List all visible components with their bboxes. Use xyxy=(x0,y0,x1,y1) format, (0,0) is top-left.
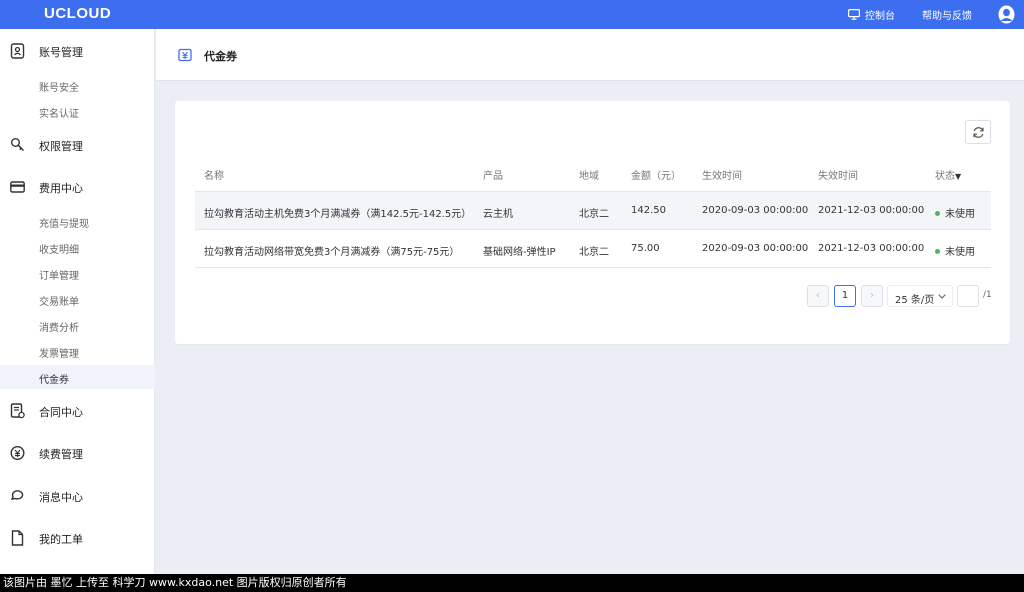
sidebar-group-permission[interactable]: 权限管理 xyxy=(0,130,155,160)
prev-page-button[interactable]: ‹ xyxy=(807,285,829,307)
sidebar-group-label: 权限管理 xyxy=(39,140,83,153)
voucher-region: 北京二 xyxy=(579,247,609,258)
sidebar-group-label: 费用中心 xyxy=(39,182,83,195)
sidebar-item-real-name[interactable]: 实名认证 xyxy=(0,99,155,123)
page-jump-input[interactable] xyxy=(957,285,979,307)
console-label: 控制台 xyxy=(865,11,895,22)
key-icon xyxy=(11,138,25,152)
sidebar-group-label: 合同中心 xyxy=(39,406,83,419)
column-header-product: 产品 xyxy=(483,171,503,182)
voucher-card: 名称 产品 地域 金额（元） 生效时间 失效时间 状态▼ 拉勾教育活动主机免费3… xyxy=(175,101,1010,344)
sidebar: 账号管理 账号安全 实名认证 权限管理 费用中心 充值与提现 收支明细 订单管理… xyxy=(0,29,155,574)
user-avatar-icon[interactable] xyxy=(998,5,1015,24)
top-bar: UCLOUD 控制台 帮助与反馈 xyxy=(0,0,1024,29)
status-dot-icon xyxy=(935,210,940,216)
sidebar-item-consumption-analysis[interactable]: 消费分析 xyxy=(0,313,155,337)
contract-icon xyxy=(10,403,25,419)
voucher-name: 拉勾教育活动网络带宽免费3个月满减券（满75元-75元） xyxy=(204,247,460,258)
yuan-coin-icon xyxy=(10,445,25,461)
table-header: 名称 产品 地域 金额（元） 生效时间 失效时间 状态▼ xyxy=(195,156,991,192)
sidebar-group-contract[interactable]: 合同中心 xyxy=(0,396,155,426)
chat-bubble-icon xyxy=(10,490,24,500)
sidebar-group-tickets[interactable]: 我的工单 xyxy=(0,523,155,553)
sidebar-item-account-security[interactable]: 账号安全 xyxy=(0,73,155,97)
column-header-end-time: 失效时间 xyxy=(818,171,858,182)
voucher-icon xyxy=(178,48,192,62)
sort-down-icon[interactable]: ▼ xyxy=(955,172,961,181)
voucher-start-time: 2020-09-03 00:00:00 xyxy=(702,243,809,254)
page-total: /1 xyxy=(983,290,992,300)
sidebar-group-messages[interactable]: 消息中心 xyxy=(0,481,155,511)
voucher-product: 基础网络-弹性IP xyxy=(483,247,556,258)
voucher-end-time: 2021-12-03 00:00:00 xyxy=(818,205,925,216)
sidebar-group-label: 消息中心 xyxy=(39,491,83,504)
monitor-icon xyxy=(848,9,860,20)
column-header-name: 名称 xyxy=(204,171,224,182)
wallet-icon xyxy=(10,181,25,193)
voucher-start-time: 2020-09-03 00:00:00 xyxy=(702,205,809,216)
console-link[interactable]: 控制台 xyxy=(848,7,895,22)
voucher-region: 北京二 xyxy=(579,209,609,220)
column-header-start-time: 生效时间 xyxy=(702,171,742,182)
sidebar-item-invoice[interactable]: 发票管理 xyxy=(0,339,155,363)
page-header: 代金券 xyxy=(156,29,1024,81)
sidebar-group-label: 账号管理 xyxy=(39,46,83,59)
voucher-amount: 75.00 xyxy=(631,243,660,254)
column-header-status[interactable]: 状态▼ xyxy=(935,167,961,182)
id-badge-icon xyxy=(10,43,25,59)
sidebar-group-renewal[interactable]: 续费管理 xyxy=(0,438,155,468)
sidebar-group-label: 续费管理 xyxy=(39,448,83,461)
brand-logo[interactable]: UCLOUD xyxy=(44,5,111,22)
help-feedback-label: 帮助与反馈 xyxy=(922,11,972,22)
table-row[interactable]: 拉勾教育活动网络带宽免费3个月满减券（满75元-75元） 基础网络-弹性IP 北… xyxy=(195,230,991,268)
sidebar-item-transaction-bill[interactable]: 交易账单 xyxy=(0,287,155,311)
column-header-amount: 金额（元） xyxy=(631,171,681,182)
status-badge: 未使用 xyxy=(935,243,975,258)
column-header-region: 地域 xyxy=(579,171,599,182)
sidebar-item-recharge[interactable]: 充值与提现 xyxy=(0,209,155,233)
help-feedback-link[interactable]: 帮助与反馈 xyxy=(922,7,972,22)
page-title: 代金券 xyxy=(204,50,237,63)
voucher-name: 拉勾教育活动主机免费3个月满减券（满142.5元-142.5元） xyxy=(204,209,472,220)
voucher-product: 云主机 xyxy=(483,209,513,220)
sidebar-item-orders[interactable]: 订单管理 xyxy=(0,261,155,285)
table-row[interactable]: 拉勾教育活动主机免费3个月满减券（满142.5元-142.5元） 云主机 北京二… xyxy=(195,192,991,230)
status-badge: 未使用 xyxy=(935,205,975,220)
voucher-end-time: 2021-12-03 00:00:00 xyxy=(818,243,925,254)
document-icon xyxy=(11,530,24,546)
status-dot-icon xyxy=(935,248,940,254)
page-1-button[interactable]: 1 xyxy=(834,285,856,307)
refresh-icon xyxy=(973,127,984,138)
sidebar-item-income-expense[interactable]: 收支明细 xyxy=(0,235,155,259)
voucher-amount: 142.50 xyxy=(631,205,666,216)
sidebar-item-voucher[interactable]: 代金券 xyxy=(0,365,155,389)
sidebar-group-billing[interactable]: 费用中心 xyxy=(0,172,155,202)
next-page-button[interactable]: › xyxy=(861,285,883,307)
chevron-down-icon xyxy=(938,294,946,299)
refresh-button[interactable] xyxy=(965,120,991,144)
sidebar-group-account[interactable]: 账号管理 xyxy=(0,36,155,66)
sidebar-group-label: 我的工单 xyxy=(39,533,83,546)
page-size-select[interactable]: 25 条/页 xyxy=(887,285,953,307)
page-size-label: 25 条/页 xyxy=(895,295,935,306)
watermark-footer: 该图片由 墨忆 上传至 科学刀 www.kxdao.net 图片版权归原创者所有 xyxy=(0,574,1024,592)
